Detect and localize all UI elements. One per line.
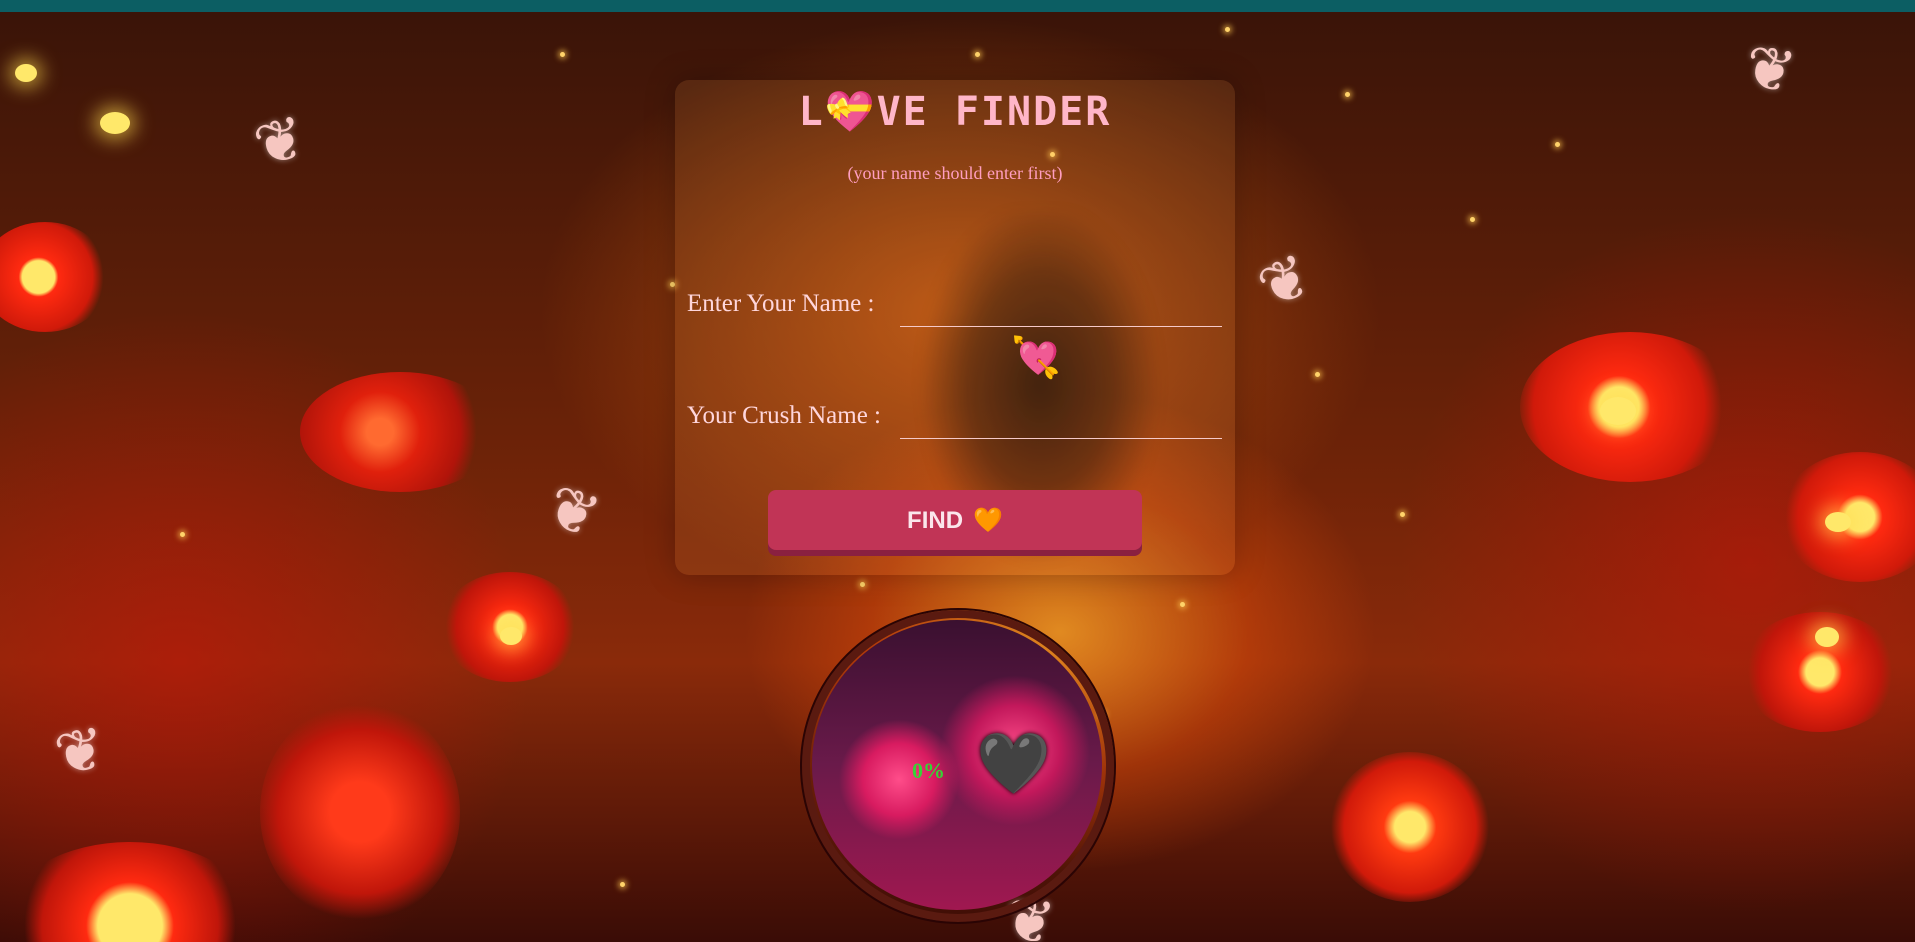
page-title: L💝VE FINDER bbox=[675, 88, 1235, 135]
love-meter bbox=[812, 620, 1102, 910]
red-flower bbox=[0, 222, 110, 332]
heart-with-arrow-icon: 💘 bbox=[1011, 335, 1061, 380]
maple-leaf-icon: ❦ bbox=[538, 472, 609, 552]
spark bbox=[560, 52, 565, 57]
spark bbox=[1315, 372, 1320, 377]
crush-name-input[interactable] bbox=[900, 402, 1222, 439]
spark bbox=[1225, 27, 1230, 32]
maple-leaf-icon: ❦ bbox=[1739, 33, 1801, 107]
red-flower bbox=[1330, 752, 1490, 902]
spark bbox=[1345, 92, 1350, 97]
light-orb bbox=[1815, 627, 1839, 647]
light-orb bbox=[1825, 512, 1851, 532]
red-flower bbox=[260, 702, 460, 922]
orange-heart-icon: 🧡 bbox=[973, 506, 1003, 534]
light-orb bbox=[1600, 397, 1636, 425]
your-name-input[interactable] bbox=[900, 290, 1222, 327]
light-orb bbox=[500, 627, 522, 645]
spark bbox=[1470, 217, 1475, 222]
find-button[interactable]: FIND 🧡 bbox=[768, 490, 1142, 550]
your-name-label: Enter Your Name : bbox=[687, 290, 875, 317]
title-text-left: L bbox=[798, 89, 825, 135]
love-percentage: 0% bbox=[912, 758, 945, 783]
find-button-label: FIND bbox=[907, 506, 964, 534]
spark bbox=[975, 52, 980, 57]
spark bbox=[1180, 602, 1185, 607]
light-orb bbox=[15, 64, 37, 82]
spark bbox=[180, 532, 185, 537]
love-finder-card: L💝VE FINDER (your name should enter firs… bbox=[675, 80, 1235, 575]
black-heart-icon: 🖤 bbox=[976, 731, 1051, 797]
crush-name-label: Your Crush Name : bbox=[687, 402, 881, 429]
spark bbox=[860, 582, 865, 587]
subtitle: (your name should enter first) bbox=[847, 163, 1063, 183]
spark bbox=[1400, 512, 1405, 517]
spark bbox=[1555, 142, 1560, 147]
spark bbox=[620, 882, 625, 887]
top-bar bbox=[0, 0, 1915, 12]
maple-leaf-icon: ❦ bbox=[49, 715, 111, 789]
title-text-right: VE FINDER bbox=[876, 89, 1112, 135]
heart-gift-icon: 💝 bbox=[824, 89, 877, 135]
maple-leaf-icon: ❦ bbox=[247, 103, 313, 181]
maple-leaf-icon: ❦ bbox=[1248, 241, 1322, 323]
red-flower bbox=[300, 372, 500, 492]
red-flower bbox=[10, 842, 250, 942]
light-orb bbox=[100, 112, 130, 134]
